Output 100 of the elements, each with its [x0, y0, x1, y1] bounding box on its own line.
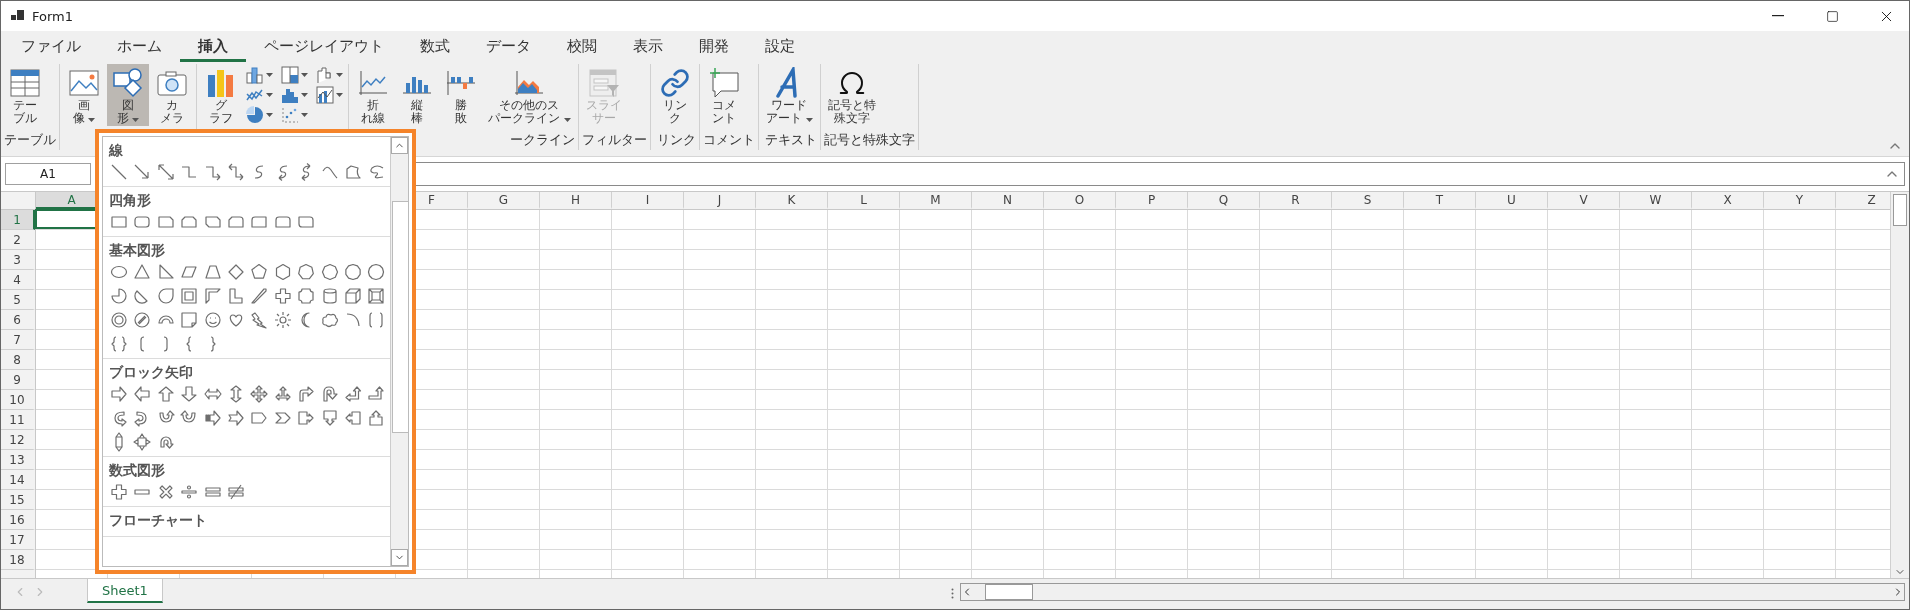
double-brace-icon[interactable]	[109, 334, 129, 354]
column-header[interactable]: U	[1476, 192, 1548, 209]
chart-button[interactable]: グ ラフ	[200, 64, 242, 126]
cross-icon[interactable]	[272, 286, 293, 306]
ribbon-tab[interactable]: データ	[468, 31, 549, 62]
column-header[interactable]: M	[900, 192, 972, 209]
table-button[interactable]: テー ブル	[4, 64, 46, 126]
column-header[interactable]: L	[828, 192, 900, 209]
sparkline-column-button[interactable]: 縦 棒	[396, 64, 438, 126]
row-header[interactable]: 8	[1, 350, 35, 370]
folded-corner-icon[interactable]	[179, 310, 200, 330]
no-symbol-icon[interactable]	[132, 310, 153, 330]
sheet-tab[interactable]: Sheet1	[87, 579, 163, 603]
column-header[interactable]: Y	[1764, 192, 1836, 209]
column-header[interactable]: Q	[1188, 192, 1260, 209]
vertical-scrollbar[interactable]	[1890, 192, 1909, 578]
sparkline-line-button[interactable]: 折 れ線	[352, 64, 394, 126]
row-header[interactable]: 18	[1, 550, 35, 570]
vertical-scrollbar[interactable]	[390, 137, 408, 566]
right-arrow-icon[interactable]	[109, 384, 129, 404]
column-header[interactable]: R	[1260, 192, 1332, 209]
horizontal-scrollbar[interactable]	[960, 583, 1905, 601]
camera-button[interactable]: カ メラ	[151, 64, 193, 126]
column-header[interactable]: P	[1116, 192, 1188, 209]
row-header[interactable]: 6	[1, 310, 35, 330]
not-equal-icon[interactable]	[225, 482, 246, 502]
row-header[interactable]: 1	[1, 210, 35, 230]
column-header[interactable]: N	[972, 192, 1044, 209]
column-header[interactable]: S	[1332, 192, 1404, 209]
pie-icon[interactable]	[109, 286, 129, 306]
column-header[interactable]: H	[540, 192, 612, 209]
column-header[interactable]: V	[1548, 192, 1620, 209]
row-header[interactable]: 5	[1, 290, 35, 310]
row-header[interactable]: 15	[1, 490, 35, 510]
splitter-handle-icon[interactable]	[951, 588, 954, 599]
combo-chart-button[interactable]	[314, 85, 345, 105]
scatter-chart-button[interactable]	[279, 105, 310, 125]
scroll-thumb[interactable]	[1893, 194, 1907, 226]
ribbon-tab[interactable]: 表示	[615, 31, 681, 62]
heptagon-icon[interactable]	[296, 262, 317, 282]
left-arrow-icon[interactable]	[132, 384, 153, 404]
column-header[interactable]: W	[1620, 192, 1692, 209]
line-icon[interactable]	[109, 162, 129, 182]
half-frame-icon[interactable]	[202, 286, 223, 306]
dodecagon-icon[interactable]	[366, 262, 387, 282]
row-header[interactable]: 3	[1, 250, 35, 270]
row-header[interactable]: 17	[1, 530, 35, 550]
row-header[interactable]: 10	[1, 390, 35, 410]
row-header[interactable]: 16	[1, 510, 35, 530]
quad-arrow-icon[interactable]	[249, 384, 270, 404]
ribbon-tab[interactable]: 校閲	[549, 31, 615, 62]
diagonal-stripe-icon[interactable]	[249, 286, 270, 306]
double-arrow-icon[interactable]	[155, 162, 176, 182]
frame-icon[interactable]	[179, 286, 200, 306]
shapes-button[interactable]: 図 形	[107, 64, 149, 126]
ribbon-tab[interactable]: 開発	[681, 31, 747, 62]
left-up-arrow-icon[interactable]	[342, 384, 363, 404]
row-header[interactable]: 13	[1, 450, 35, 470]
symbol-button[interactable]: 記号と特 殊文字	[823, 64, 880, 126]
column-header[interactable]: G	[468, 192, 540, 209]
smiley-icon[interactable]	[202, 310, 223, 330]
donut-icon[interactable]	[109, 310, 129, 330]
row-header[interactable]: 4	[1, 270, 35, 290]
bevel-icon[interactable]	[366, 286, 387, 306]
row-header[interactable]: 9	[1, 370, 35, 390]
scroll-up-button[interactable]	[391, 137, 408, 154]
plus-icon[interactable]	[109, 482, 129, 502]
octagon-icon[interactable]	[319, 262, 340, 282]
trapezoid-icon[interactable]	[202, 262, 223, 282]
bent-arrow-icon[interactable]	[296, 384, 317, 404]
column-chart-button[interactable]	[244, 65, 275, 85]
sparkline-more-button[interactable]: その他のス パークライン	[484, 64, 575, 126]
scroll-down-button[interactable]	[391, 549, 408, 566]
treemap-chart-button[interactable]	[279, 65, 310, 85]
name-box[interactable]: A1	[5, 163, 91, 185]
waterfall-chart-button[interactable]	[314, 65, 345, 85]
quad-arrow-callout-icon[interactable]	[132, 432, 153, 452]
ribbon-tab[interactable]: 数式	[402, 31, 468, 62]
row-header[interactable]: 2	[1, 230, 35, 250]
picture-button[interactable]: 画 像	[63, 64, 105, 126]
wordart-button[interactable]: ワード アート	[761, 64, 817, 126]
pie-chart-button[interactable]	[244, 105, 275, 125]
sparkline-winloss-button[interactable]: 勝 敗	[440, 64, 482, 126]
scroll-thumb[interactable]	[985, 584, 1033, 600]
pentagon-icon[interactable]	[249, 262, 270, 282]
column-header[interactable]: X	[1692, 192, 1764, 209]
sun-icon[interactable]	[272, 310, 293, 330]
teardrop-icon[interactable]	[155, 286, 176, 306]
column-header[interactable]: T	[1404, 192, 1476, 209]
cube-icon[interactable]	[342, 286, 363, 306]
scroll-thumb[interactable]	[392, 200, 408, 433]
ribbon-tab[interactable]: ページレイアウト	[246, 31, 402, 62]
striped-right-arrow-icon[interactable]	[202, 408, 223, 428]
ribbon-tab[interactable]: 設定	[747, 31, 813, 62]
link-button[interactable]: リン ク	[653, 64, 696, 126]
row-header[interactable]: 11	[1, 410, 35, 430]
comment-button[interactable]: コメ ント	[702, 64, 745, 126]
decagon-icon[interactable]	[342, 262, 363, 282]
column-header[interactable]: O	[1044, 192, 1116, 209]
column-header[interactable]: K	[756, 192, 828, 209]
